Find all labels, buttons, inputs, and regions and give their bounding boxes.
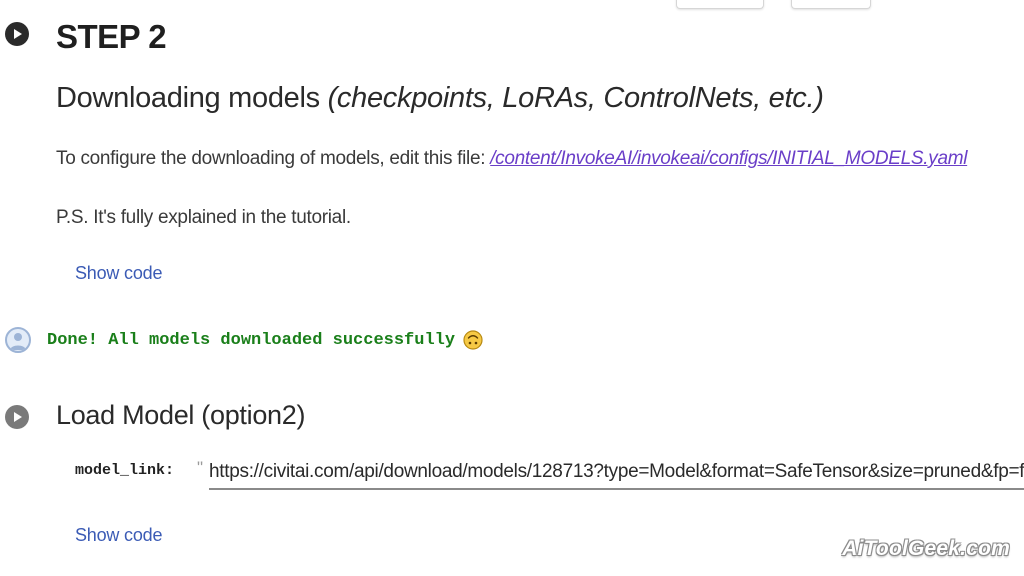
model-link-label: model_link:	[75, 462, 175, 479]
run-cell-button-step2[interactable]	[5, 22, 29, 46]
show-code-link-step2[interactable]: Show code	[75, 263, 162, 284]
model-link-field-wrapper: "	[197, 456, 1024, 492]
toolbar-button-2[interactable]	[791, 0, 871, 9]
output-message: Done! All models downloaded successfully	[47, 330, 456, 350]
model-link-input[interactable]	[209, 456, 1024, 490]
play-icon	[14, 29, 22, 39]
step-title: STEP 2	[56, 18, 167, 55]
subtitle-italic-text: (checkpoints, LoRAs, ControlNets, etc.)	[327, 82, 824, 114]
run-cell-button-load-model[interactable]	[5, 405, 29, 429]
section-subtitle: Downloading models (checkpoints, LoRAs, …	[56, 82, 824, 115]
output-avatar	[5, 327, 31, 353]
notebook-page: STEP 2 Downloading models (checkpoints, …	[0, 0, 1024, 576]
subtitle-text: Downloading models	[56, 82, 328, 114]
toolbar-button-1[interactable]	[676, 0, 764, 9]
play-icon	[14, 412, 22, 422]
user-avatar-icon	[10, 333, 26, 350]
upside-down-face-icon	[463, 330, 483, 350]
config-paragraph: To configure the downloading of models, …	[56, 148, 967, 170]
load-model-title: Load Model (option2)	[56, 400, 306, 430]
watermark: AiToolGeek.com	[842, 537, 1010, 560]
show-code-link-load-model[interactable]: Show code	[75, 525, 162, 546]
ps-paragraph: P.S. It's fully explained in the tutoria…	[56, 207, 351, 228]
field-quote-mark: "	[197, 458, 204, 477]
config-text: To configure the downloading of models, …	[56, 148, 491, 169]
config-file-link[interactable]: /content/InvokeAI/invokeai/configs/INITI…	[490, 148, 967, 169]
cell-output: Done! All models downloaded successfully	[47, 330, 483, 350]
